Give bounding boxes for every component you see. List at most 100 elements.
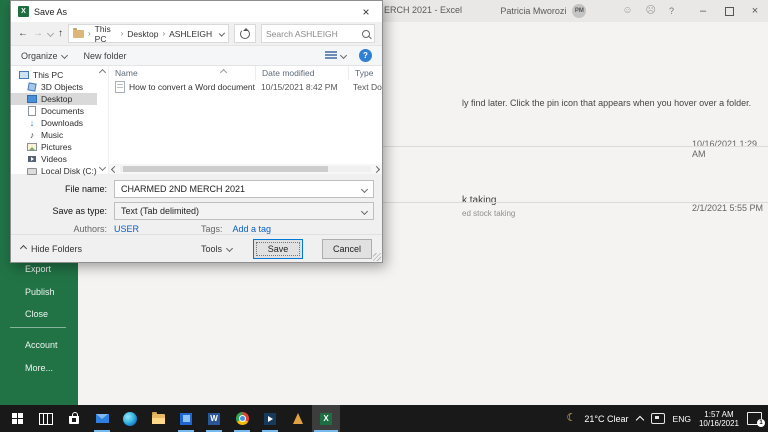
nav-item-this-pc[interactable]: This PC (11, 69, 97, 81)
search-box (261, 24, 375, 43)
breadcrumb-this-pc[interactable]: This PC (95, 24, 117, 44)
cancel-button[interactable]: Cancel (322, 238, 372, 259)
resize-grip[interactable] (373, 253, 381, 261)
feedback-smile-icon[interactable]: ☺ (622, 6, 632, 16)
authors-label: Authors: (73, 224, 107, 234)
new-folder-label: New folder (83, 50, 127, 61)
breadcrumb-desktop[interactable]: Desktop (127, 29, 158, 39)
taskbar-word-button[interactable]: W (200, 405, 228, 432)
column-name[interactable]: Name (109, 66, 256, 80)
search-input[interactable] (266, 28, 359, 39)
dialog-toolbar: Organize New folder ? (11, 45, 382, 66)
photos-icon (180, 412, 192, 425)
recent-file-date: 2/1/2021 5:55 PM (692, 203, 764, 213)
minimize-button[interactable]: – (690, 0, 716, 22)
taskbar-excel-button[interactable]: X (312, 405, 340, 432)
scrollbar-thumb[interactable] (122, 166, 329, 172)
breadcrumb[interactable]: › This PC › Desktop › ASHLEIGH (68, 24, 229, 44)
recent-file-title[interactable]: k taking (462, 195, 496, 206)
feedback-frown-icon[interactable]: ☹ (646, 6, 656, 16)
breadcrumb-separator: › (120, 29, 124, 38)
scroll-right-icon[interactable] (372, 165, 381, 173)
chevron-down-icon (360, 207, 369, 215)
taskbar-mail-button[interactable] (88, 405, 116, 432)
horizontal-scrollbar[interactable] (109, 164, 382, 174)
forward-arrow-icon[interactable]: → (33, 28, 43, 39)
save-as-type-select[interactable]: Text (Tab delimited) (114, 202, 374, 220)
scroll-up-icon[interactable] (98, 68, 107, 77)
taskbar-photos-button[interactable] (172, 405, 200, 432)
list-header: Name Date modified Type (109, 66, 382, 80)
help-icon[interactable]: ? (669, 6, 674, 16)
view-mode-button[interactable] (325, 50, 348, 61)
scroll-down-icon[interactable] (98, 163, 107, 172)
excel-window-title: ERCH 2021 - Excel (384, 5, 463, 15)
up-arrow-icon[interactable]: ↑ (58, 28, 63, 39)
column-date-modified[interactable]: Date modified (256, 66, 349, 80)
nav-item-desktop[interactable]: Desktop (11, 93, 97, 105)
history-chevron-icon[interactable] (46, 29, 55, 38)
dialog-help-icon[interactable]: ? (359, 49, 372, 62)
tray-expand-icon[interactable] (635, 415, 644, 424)
breadcrumb-ashleigh[interactable]: ASHLEIGH (169, 29, 212, 39)
hide-folders-button[interactable]: Hide Folders (31, 244, 82, 254)
tree-scrollbar[interactable] (97, 66, 108, 174)
backstage-more[interactable]: More... (25, 363, 53, 373)
new-folder-button[interactable]: New folder (84, 51, 127, 61)
notification-badge: 1 (757, 419, 765, 427)
chevron-down-icon[interactable] (360, 185, 369, 193)
folder-icon (73, 27, 84, 38)
nav-item-music[interactable]: ♪ Music (11, 129, 97, 141)
backstage-export[interactable]: Export (25, 264, 51, 274)
start-button[interactable] (4, 405, 32, 432)
dialog-close-button[interactable]: × (350, 1, 382, 22)
folder-tree: This PC 3D Objects Desktop Documents ↓ D… (11, 66, 97, 176)
authors-value[interactable]: USER (114, 224, 139, 234)
vlc-cone-icon (293, 413, 303, 424)
file-row[interactable]: How to convert a Word document to Mi... … (109, 80, 382, 94)
add-a-tag-link[interactable]: Add a tag (233, 224, 272, 234)
column-type[interactable]: Type (349, 66, 382, 80)
nav-item-downloads[interactable]: ↓ Downloads (11, 117, 97, 129)
action-center-icon[interactable]: 1 (747, 412, 765, 427)
file-name-input[interactable] (121, 184, 362, 194)
nav-label: Downloads (41, 118, 84, 128)
tools-dropdown[interactable]: Tools (200, 243, 234, 254)
tools-label: Tools (200, 243, 222, 254)
taskbar-edge-button[interactable] (116, 405, 144, 432)
nav-item-documents[interactable]: Documents (11, 105, 97, 117)
backstage-close[interactable]: Close (25, 309, 48, 319)
recent-divider (368, 146, 768, 147)
save-button[interactable]: Save (253, 238, 303, 259)
organize-button[interactable]: Organize (21, 51, 68, 61)
taskbar-movies-button[interactable] (256, 405, 284, 432)
nav-item-pictures[interactable]: Pictures (11, 141, 97, 153)
chevron-down-icon (60, 51, 68, 60)
taskbar-file-explorer-button[interactable] (144, 405, 172, 432)
taskbar-store-button[interactable] (60, 405, 88, 432)
excel-file-icon: X (18, 6, 29, 17)
nav-item-3d-objects[interactable]: 3D Objects (11, 81, 97, 93)
taskbar-chrome-button[interactable] (228, 405, 256, 432)
meet-now-icon[interactable] (650, 413, 665, 424)
language-indicator[interactable]: ENG (673, 414, 691, 424)
taskbar-media-cone-button[interactable] (284, 405, 312, 432)
clock[interactable]: 1:57 AM 10/16/2021 (699, 410, 739, 428)
excel-user-name[interactable]: Patricia Mworozi (500, 6, 566, 16)
scroll-left-icon[interactable] (110, 165, 119, 173)
desktop-icon (27, 94, 37, 104)
restore-button[interactable] (716, 0, 742, 22)
window-close-button[interactable]: × (742, 0, 768, 22)
backstage-publish[interactable]: Publish (25, 287, 55, 297)
excel-icon: X (320, 412, 332, 425)
task-view-button[interactable] (32, 405, 60, 432)
chevron-up-icon (19, 244, 28, 253)
refresh-button[interactable] (234, 24, 256, 43)
weather-text[interactable]: 21°C Clear (584, 414, 628, 424)
back-arrow-icon[interactable]: ← (18, 28, 28, 39)
address-dropdown-icon[interactable] (218, 30, 226, 37)
computer-icon (19, 70, 29, 80)
nav-item-videos[interactable]: Videos (11, 153, 97, 165)
backstage-account[interactable]: Account (25, 340, 58, 350)
avatar[interactable]: PM (572, 4, 587, 18)
